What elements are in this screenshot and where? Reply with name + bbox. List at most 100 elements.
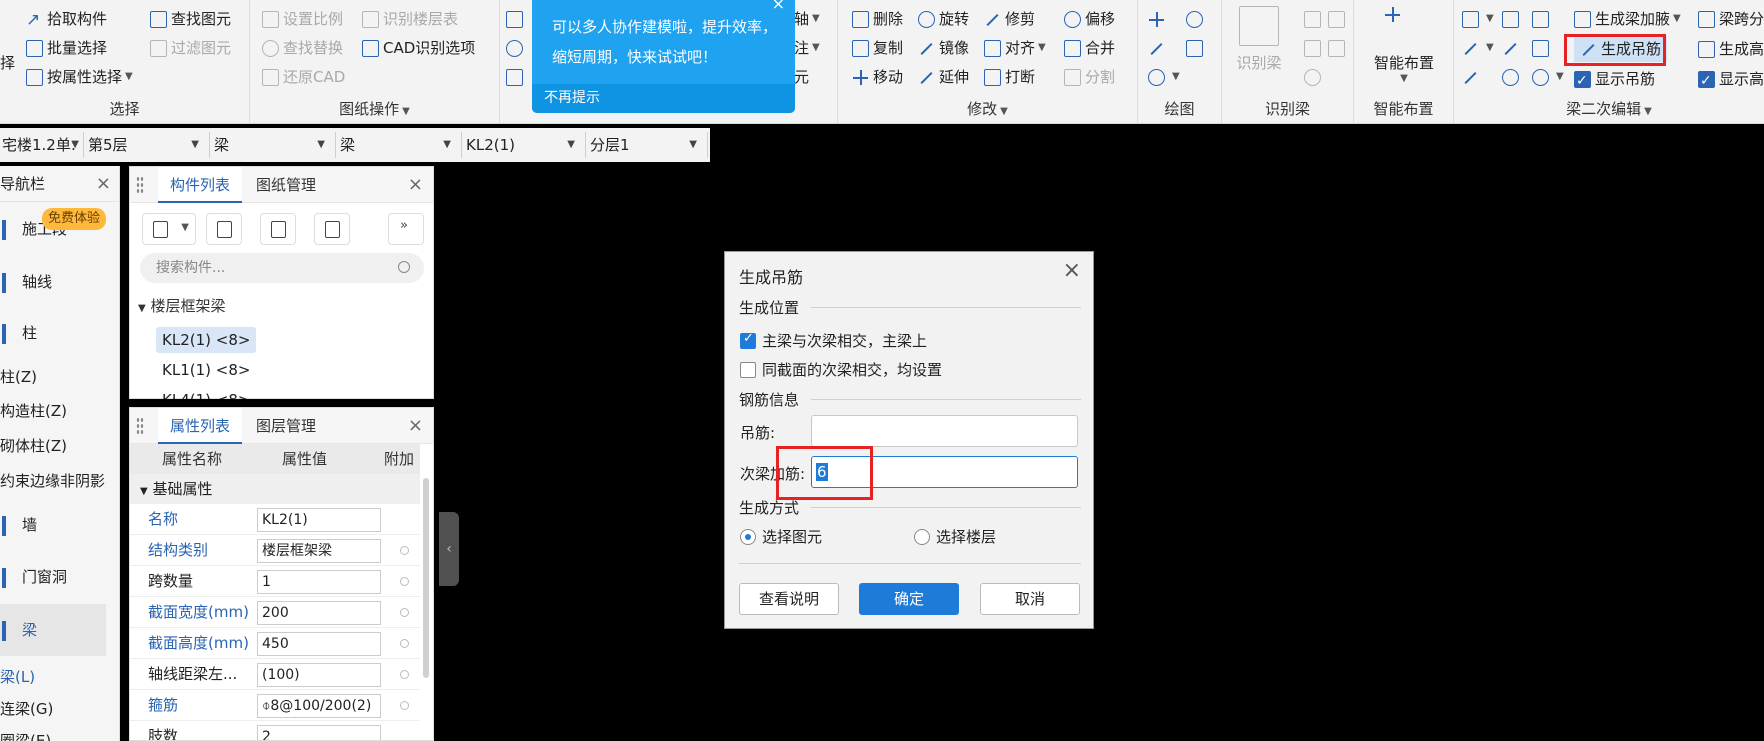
identify-tool-4[interactable]	[1328, 35, 1349, 61]
batch-select-button[interactable]: 批量选择	[26, 35, 107, 61]
yuan-button[interactable]: 元	[794, 64, 809, 90]
property-value-structure[interactable]: 楼层框架梁	[257, 539, 381, 563]
identify-tool-2[interactable]	[1328, 6, 1349, 32]
show-hanger-checkbox[interactable]: 显示吊筋	[1574, 66, 1655, 94]
delete-button[interactable]: 删除	[852, 6, 903, 32]
nav-item-axis[interactable]: 轴线	[0, 265, 106, 299]
pick-component-button[interactable]: 拾取构件	[26, 6, 107, 33]
draw-line-button[interactable]	[1148, 35, 1169, 61]
layer-select[interactable]: 分层1 ▼	[588, 132, 708, 158]
attach-radio[interactable]	[400, 670, 409, 679]
property-group-basic[interactable]: ▼ 基础属性	[130, 474, 420, 504]
show-height-checkbox[interactable]: 显示高	[1698, 66, 1764, 94]
close-icon[interactable]: ×	[408, 408, 423, 444]
draw-rect-button[interactable]	[1186, 35, 1207, 61]
axis-tool-icon-1[interactable]	[506, 6, 527, 32]
close-icon[interactable]: ×	[96, 166, 111, 202]
find-replace-button[interactable]: 查找替换	[262, 35, 343, 61]
beam-tool-8[interactable]	[1502, 64, 1523, 90]
cad-options-button[interactable]: CAD识别选项	[362, 35, 475, 61]
tooltip-dismiss-link[interactable]: 不再提示	[532, 84, 795, 113]
property-value-legs[interactable]: 2	[257, 725, 381, 740]
delete-component-button[interactable]	[260, 213, 296, 245]
radio-select-element[interactable]: 选择图元	[740, 526, 822, 547]
select-by-attribute-button[interactable]: 按属性选择 ▼	[26, 64, 133, 90]
chevron-down-icon[interactable]: ▼	[1000, 106, 1008, 117]
draw-point-button[interactable]	[1148, 6, 1169, 32]
draw-circle-button[interactable]	[1186, 6, 1207, 32]
property-value-width[interactable]: 200	[257, 601, 381, 625]
identify-floor-table-button[interactable]: 识别楼层表	[362, 6, 458, 32]
split-button[interactable]: 分割	[1064, 64, 1115, 90]
nav-item-edge-column[interactable]: 约束边缘非阴影...	[0, 464, 106, 498]
trim-button[interactable]: 修剪	[984, 6, 1035, 32]
nav-item-column[interactable]: 柱	[0, 316, 106, 350]
checkbox-same-section[interactable]: 同截面的次梁相交，均设置	[740, 359, 942, 380]
attach-radio[interactable]	[400, 546, 409, 555]
more-tools-button[interactable]: »	[388, 213, 424, 245]
property-value-axis-offset[interactable]: (100)	[257, 663, 381, 687]
tree-item-kl2[interactable]: KL2(1) <8>	[156, 327, 257, 353]
floor-select[interactable]: 第5层 ▼	[86, 132, 210, 158]
property-scrollbar[interactable]	[423, 478, 429, 678]
checkbox-main-secondary[interactable]: 主梁与次梁相交，主梁上	[740, 330, 927, 351]
identify-tool-3[interactable]	[1304, 35, 1325, 61]
axis-dropdown[interactable]: 轴 ▼	[794, 6, 820, 32]
attach-radio[interactable]	[400, 701, 409, 710]
building-select[interactable]: 宅楼1.2单: ▼	[0, 132, 84, 158]
type-select[interactable]: 梁 ▼	[338, 132, 462, 158]
mirror-button[interactable]: 镜像	[918, 35, 969, 61]
drag-handle-icon[interactable]	[136, 417, 144, 435]
beam-tool-4[interactable]: ▼	[1462, 35, 1494, 61]
move-button[interactable]: 移动	[852, 64, 903, 90]
tab-component-list[interactable]: 构件列表	[158, 167, 243, 203]
lock-icon-button[interactable]	[506, 64, 527, 90]
align-button[interactable]: 对齐 ▼	[984, 35, 1046, 61]
duplicate-component-button[interactable]	[314, 213, 350, 245]
chevron-down-icon[interactable]: ▼	[1644, 106, 1652, 117]
find-element-button[interactable]: 查找图元	[150, 6, 231, 32]
identify-tool-5[interactable]	[1304, 64, 1325, 90]
set-scale-button[interactable]: 设置比例	[262, 6, 343, 32]
restore-cad-button[interactable]: 还原CAD	[262, 64, 345, 90]
free-trial-badge[interactable]: 免费体验	[42, 208, 107, 230]
nav-item-beam[interactable]: 梁	[0, 604, 106, 656]
attach-radio[interactable]	[400, 577, 409, 586]
axis-tool-icon-2[interactable]	[506, 35, 527, 61]
nav-item-door-window[interactable]: 门窗洞	[0, 560, 106, 594]
tab-drawing-management[interactable]: 图纸管理	[256, 167, 316, 203]
tree-item-kl4[interactable]: KL4(1) <8>	[156, 387, 256, 399]
close-icon[interactable]: ×	[408, 167, 423, 203]
extend-button[interactable]: 延伸	[918, 64, 969, 90]
draw-arc-button[interactable]: ▼	[1148, 64, 1180, 90]
rotate-button[interactable]: 旋转	[918, 6, 969, 32]
hanger-input[interactable]	[811, 415, 1078, 447]
attach-radio[interactable]	[400, 608, 409, 617]
radio-select-floor[interactable]: 选择楼层	[914, 526, 996, 547]
note-dropdown[interactable]: 注 ▼	[794, 35, 820, 61]
beam-tool-6[interactable]	[1532, 35, 1553, 61]
secondary-stirrup-input[interactable]: 6	[811, 456, 1078, 488]
nav-item-construct-column[interactable]: 构造柱(Z)	[0, 394, 106, 428]
cancel-button[interactable]: 取消	[980, 583, 1080, 615]
generate-hanger-button[interactable]: 生成吊筋	[1574, 36, 1668, 62]
filter-element-button[interactable]: 过滤图元	[150, 35, 231, 61]
identify-tool-1[interactable]	[1304, 6, 1325, 32]
copy-button[interactable]: 复制	[852, 35, 903, 61]
beam-tool-1[interactable]: ▼	[1462, 6, 1494, 32]
attach-radio[interactable]	[400, 639, 409, 648]
tab-layer-management[interactable]: 图层管理	[256, 408, 316, 444]
property-value-stirrup[interactable]: ⌽8@100/200(2)	[257, 694, 381, 718]
category-select[interactable]: 梁 ▼	[212, 132, 336, 158]
panel-collapse-handle[interactable]: ‹	[439, 512, 459, 586]
nav-item-masonry-column[interactable]: 砌体柱(Z)	[0, 429, 106, 463]
smart-layout-button[interactable]: 智能布置 ▼	[1364, 6, 1444, 84]
property-value-height[interactable]: 450	[257, 632, 381, 656]
nav-item-connecting-beam[interactable]: 连梁(G)	[0, 692, 106, 726]
copy-component-button[interactable]	[206, 213, 242, 245]
generate-haunch-button[interactable]: 生成梁加腋 ▼	[1574, 6, 1681, 32]
beam-span-button[interactable]: 梁跨分	[1698, 6, 1764, 32]
property-value-name[interactable]: KL2(1)	[257, 508, 381, 532]
close-icon[interactable]: ×	[1063, 258, 1081, 283]
tab-property-list[interactable]: 属性列表	[158, 408, 243, 444]
